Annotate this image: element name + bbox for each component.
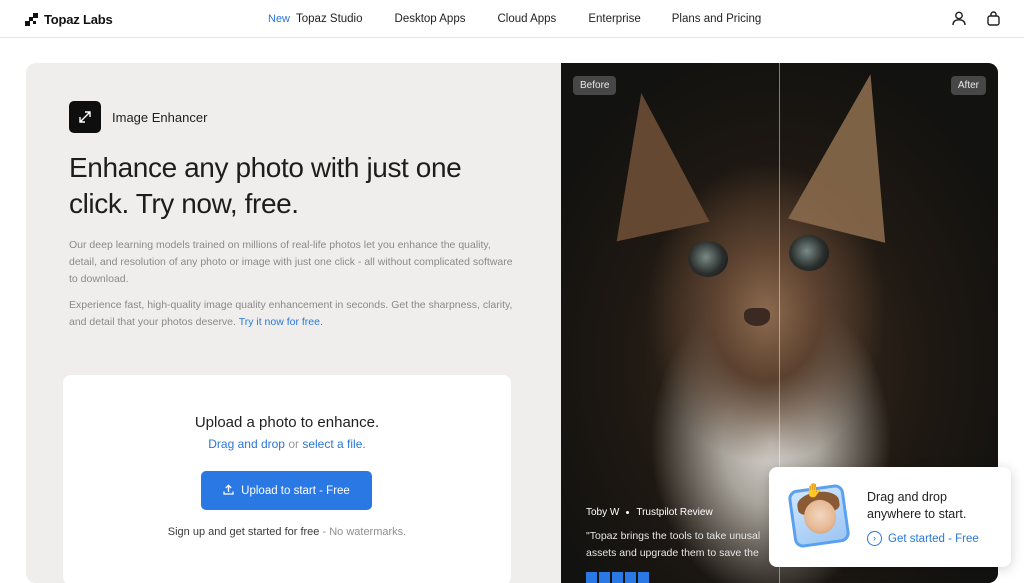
nav-item-plans-pricing[interactable]: Plans and Pricing [672, 13, 762, 25]
drag-drop-link[interactable]: Drag and drop [208, 437, 285, 451]
star-icon [612, 572, 623, 583]
logo-mark-icon [25, 12, 38, 26]
secondary-paragraph: Experience fast, high-quality image qual… [69, 297, 519, 331]
review-quote: "Topaz brings the tools to take unusal a… [586, 530, 761, 559]
nav-links: New Topaz Studio Desktop Apps Cloud Apps… [268, 0, 761, 38]
star-icon [625, 572, 636, 583]
hand-cursor-icon: ✋ [805, 482, 823, 498]
upload-subtitle: Drag and drop or select a file. [63, 437, 511, 451]
nav-icons [950, 9, 1002, 27]
star-icon [638, 572, 649, 583]
top-nav: Topaz Labs New Topaz Studio Desktop Apps… [0, 0, 1024, 38]
get-started-label: Get started - Free [888, 532, 979, 545]
rating-stars [586, 572, 649, 583]
user-icon[interactable] [950, 9, 968, 27]
expand-arrows-icon [69, 101, 101, 133]
nav-item-enterprise[interactable]: Enterprise [588, 13, 640, 25]
star-icon [599, 572, 610, 583]
star-icon [586, 572, 597, 583]
upload-note: Sign up and get started for free - No wa… [63, 526, 511, 538]
review-source: Trustpilot Review [636, 507, 713, 518]
upload-title: Upload a photo to enhance. [194, 414, 380, 431]
select-file-link[interactable]: select a file. [302, 437, 365, 451]
product-badge: Image Enhancer [69, 101, 207, 133]
upload-note-main: Sign up and get started for free [167, 526, 320, 538]
badge-label: Image Enhancer [112, 109, 208, 125]
logo-text: Topaz Labs [44, 11, 113, 27]
nav-item-desktop-apps[interactable]: Desktop Apps [395, 13, 466, 25]
upload-button-label: Upload to start - Free [241, 484, 350, 497]
upload-note-muted: - No watermarks. [322, 526, 407, 538]
or-text: or [288, 437, 299, 451]
upload-icon [223, 483, 234, 498]
testimonial-header: Toby W Trustpilot Review [586, 507, 786, 518]
upload-button[interactable]: Upload to start - Free [201, 471, 372, 510]
nav-item-topaz-studio[interactable]: Topaz Studio [296, 13, 363, 25]
intro-paragraph: Our deep learning models trained on mill… [69, 239, 513, 285]
logo[interactable]: Topaz Labs [25, 10, 113, 28]
upload-card[interactable]: Upload a photo to enhance. Drag and drop… [63, 375, 511, 583]
bag-icon[interactable] [984, 9, 1002, 27]
page-title: Enhance any photo with just one click. T… [69, 152, 462, 219]
try-free-link[interactable]: Try it now for free. [239, 316, 323, 328]
get-started-link[interactable]: › Get started - Free [867, 531, 979, 546]
toast-title: Drag and drop anywhere to start. [867, 490, 967, 521]
nav-item-cloud-apps[interactable]: Cloud Apps [497, 13, 556, 25]
reviewer-name: Toby W [586, 507, 620, 518]
new-badge: New [268, 13, 291, 25]
drag-drop-toast[interactable]: ✋ Drag and drop anywhere to start. › Get… [769, 467, 1011, 567]
arrow-circle-icon: › [867, 531, 882, 546]
before-label: Before [573, 76, 617, 95]
testimonial: Toby W Trustpilot Review "Topaz brings t… [586, 507, 786, 562]
after-label: After [950, 76, 986, 95]
